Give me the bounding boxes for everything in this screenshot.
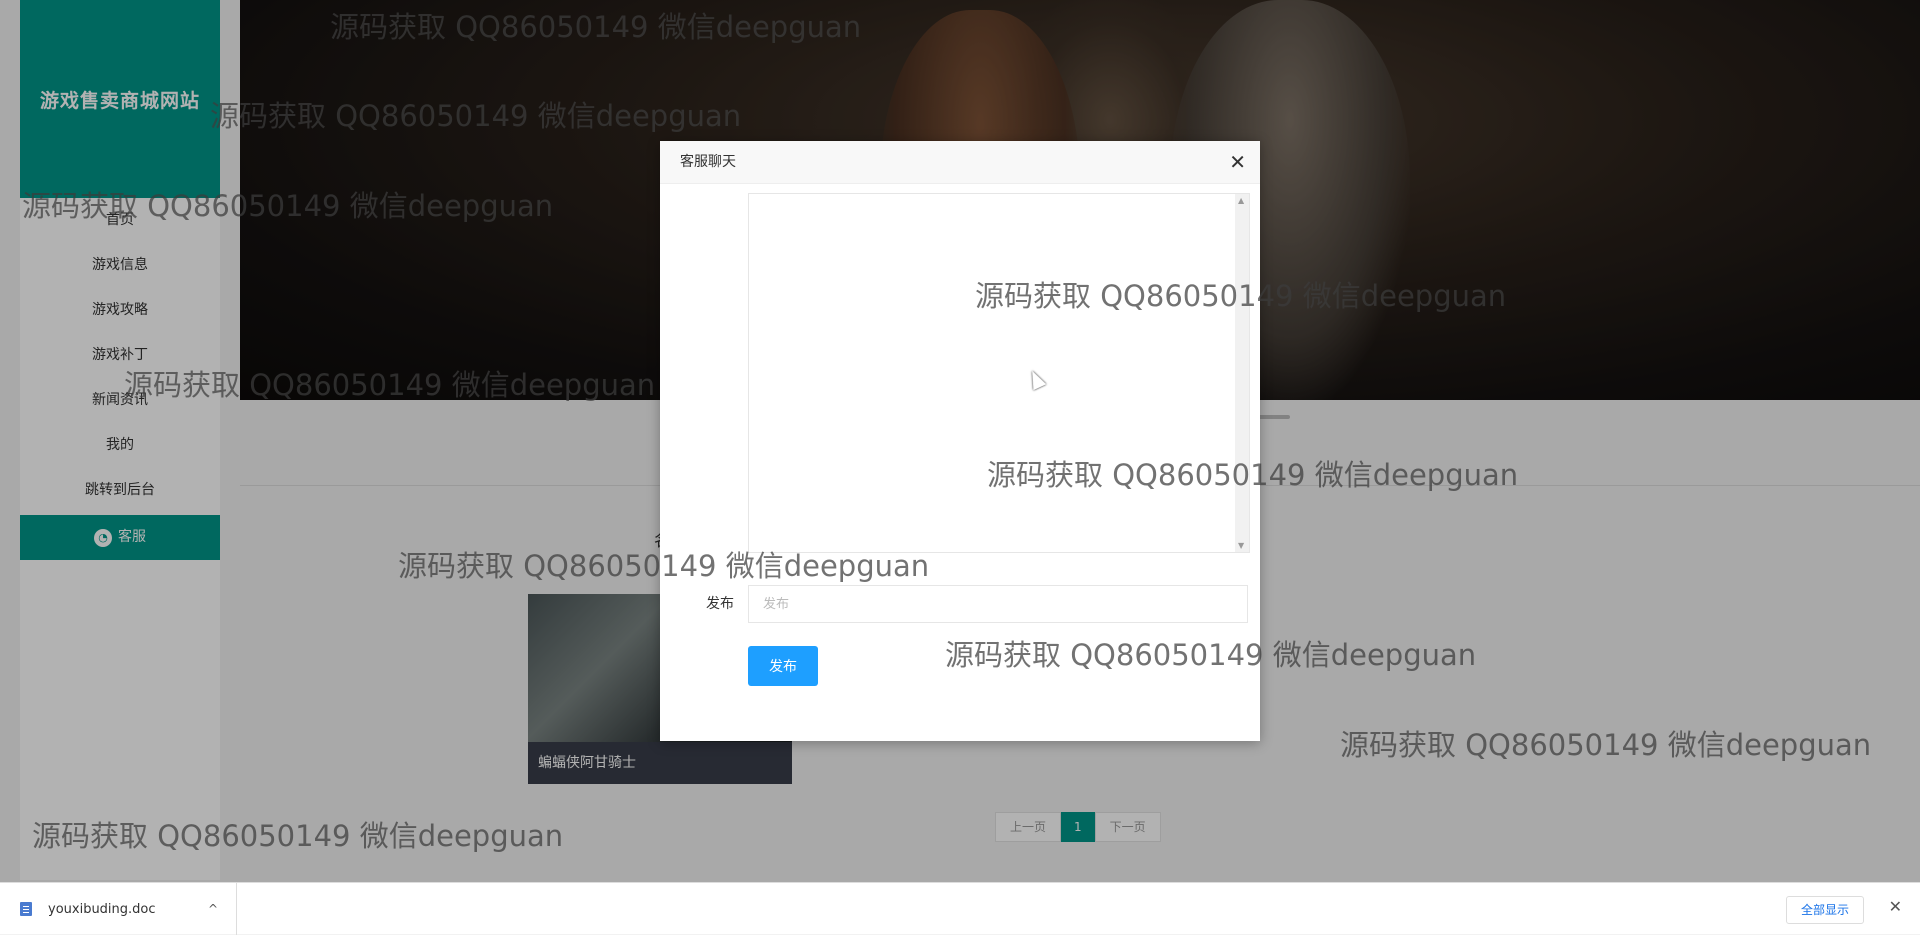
download-item[interactable]: youxibuding.doc ^	[0, 883, 237, 935]
modal-header: 客服聊天 ✕	[660, 141, 1260, 184]
close-icon[interactable]: ✕	[1889, 897, 1902, 916]
document-icon	[20, 902, 32, 916]
scrollbar[interactable]: ▲ ▼	[1235, 194, 1249, 552]
chat-modal: 客服聊天 ✕ ▲ ▼ 发布 发布	[660, 141, 1260, 741]
scroll-up-icon[interactable]: ▲	[1238, 196, 1244, 205]
close-icon[interactable]: ✕	[1229, 141, 1246, 183]
chevron-up-icon[interactable]: ^	[208, 902, 218, 916]
send-button[interactable]: 发布	[748, 646, 818, 686]
modal-title: 客服聊天	[680, 154, 736, 170]
download-file-name[interactable]: youxibuding.doc	[48, 902, 156, 917]
message-label: 发布	[706, 596, 734, 612]
message-input[interactable]	[748, 585, 1248, 623]
scroll-down-icon[interactable]: ▼	[1238, 541, 1244, 550]
download-bar: youxibuding.doc ^ 全部显示 ✕	[0, 882, 1920, 935]
chat-history[interactable]: ▲ ▼	[748, 193, 1250, 553]
show-all-button[interactable]: 全部显示	[1785, 896, 1864, 924]
